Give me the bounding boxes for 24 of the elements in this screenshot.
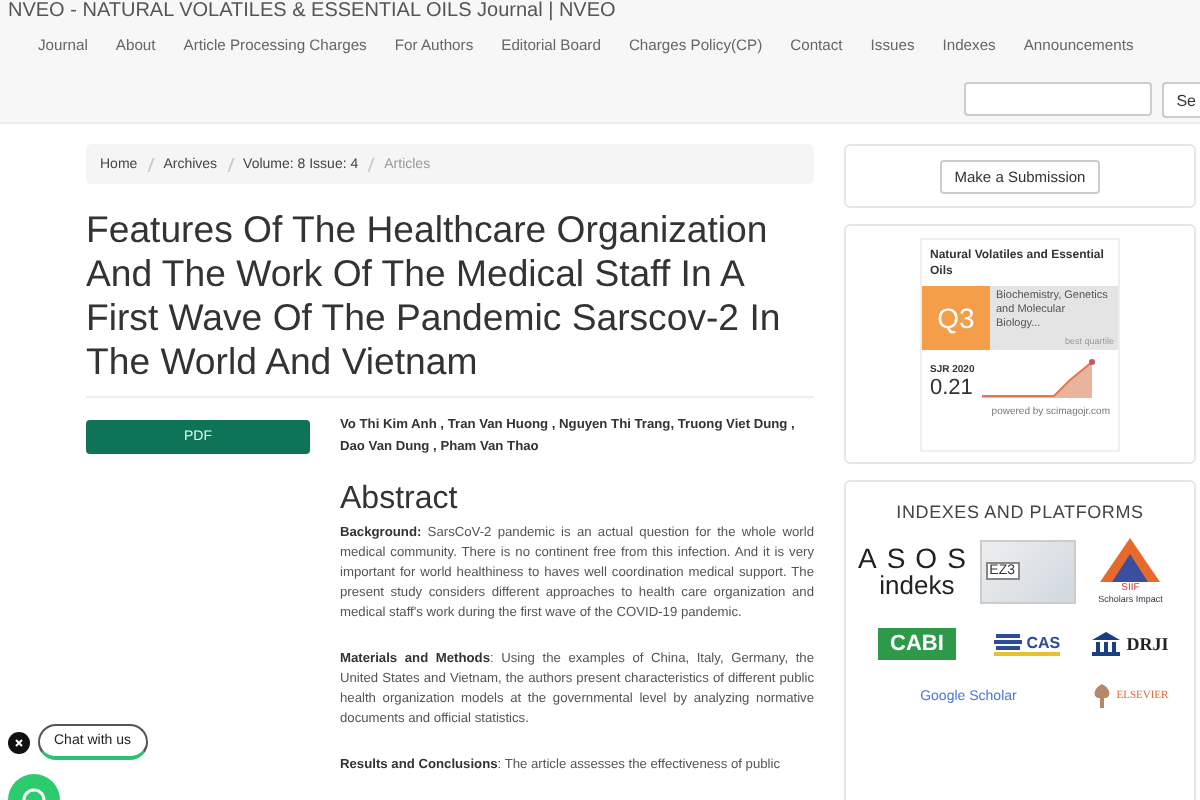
site-title: NVEO - NATURAL VOLATILES & ESSENTIAL OILS Journal | NVEO xyxy=(6,0,618,24)
cabi-logo[interactable]: CABI xyxy=(878,628,956,660)
asos-logo[interactable]: ASOS indeks xyxy=(858,544,976,598)
logo-text: ASOS xyxy=(858,544,976,572)
sjr-trend-drawing xyxy=(982,355,1099,399)
quartile-badge: Q3 xyxy=(922,285,990,349)
stripes-icon xyxy=(994,632,1023,652)
triangle-icon xyxy=(1100,538,1161,582)
close-icon[interactable] xyxy=(8,731,30,753)
article-title: Features Of The Healthcare Organization And The Work Of The Medical Staff In A First Wave Of The Pandemic Sarscov-2 In The World And Vietnam xyxy=(86,208,814,398)
logo-text: indeks xyxy=(879,572,955,598)
building-icon xyxy=(1092,632,1121,656)
indexes-heading: INDEXES AND PLATFORMS xyxy=(894,502,1146,522)
drji-logo[interactable]: DRJI xyxy=(1092,632,1169,656)
logo-text: DRJI xyxy=(1126,634,1169,654)
cas-logo[interactable]: CAS xyxy=(994,632,1061,656)
sjr-value: 0.21 xyxy=(930,375,975,399)
search-button[interactable]: Se xyxy=(1162,82,1200,118)
chat-icon[interactable] xyxy=(8,772,60,800)
logo-text: CABI xyxy=(890,632,944,656)
tree-icon xyxy=(1092,684,1113,708)
logo-text: CAS xyxy=(1026,633,1061,651)
search-field[interactable] xyxy=(964,82,1153,116)
abstract-heading: Abstract xyxy=(340,482,460,518)
